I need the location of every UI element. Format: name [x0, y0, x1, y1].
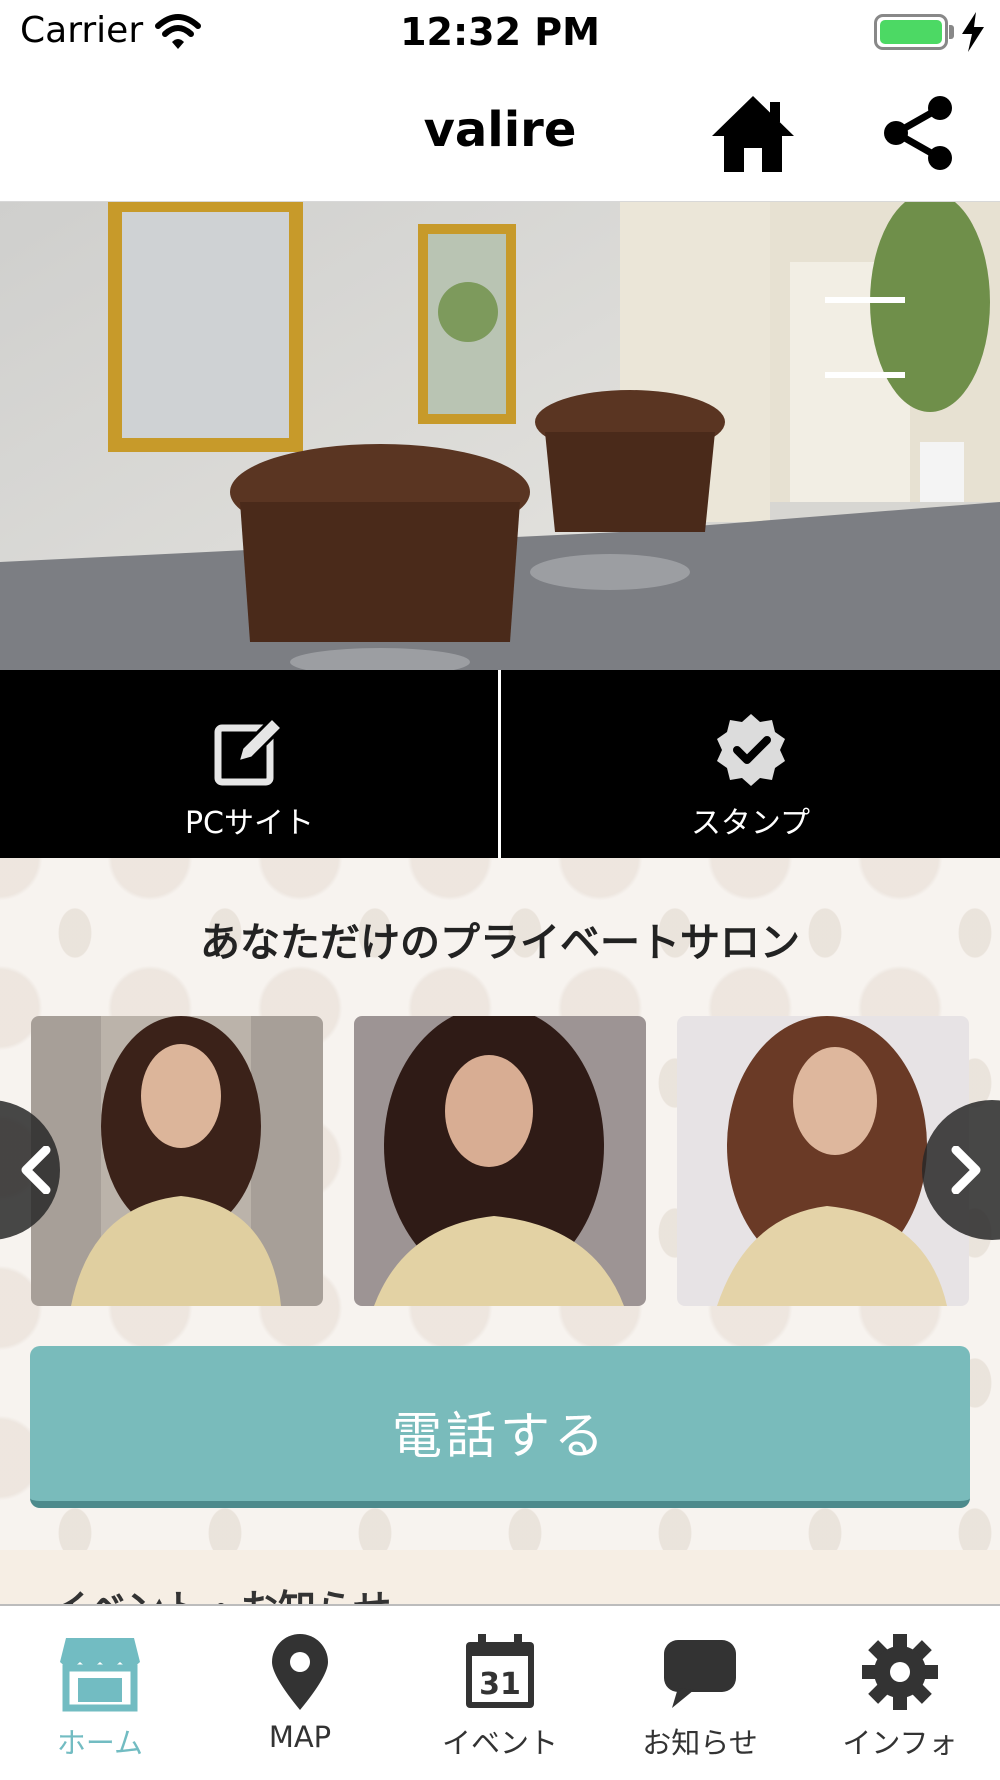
stamp-check-icon [716, 714, 785, 786]
chevron-right-icon [951, 1146, 981, 1194]
tab-info[interactable]: インフォ [800, 1606, 1000, 1780]
app-title: valire [423, 102, 577, 158]
navigation-bar: valire [0, 66, 1000, 203]
style-photo-2[interactable] [354, 1016, 646, 1306]
salon-interior-illustration [0, 202, 1000, 670]
call-button[interactable]: 電話する [30, 1346, 970, 1508]
pc-site-label: PCサイト [184, 806, 315, 841]
calendar-icon: 31 [466, 1634, 534, 1708]
tab-map[interactable]: MAP [200, 1606, 400, 1780]
tab-map-label: MAP [268, 1720, 332, 1754]
gallery-section: あなただけのプライベートサロン 電話する [0, 858, 1000, 1550]
pc-site-button[interactable]: PCサイト [0, 670, 499, 858]
call-button-label: 電話する [392, 1407, 608, 1465]
battery-fill [880, 20, 942, 44]
battery-icon [874, 14, 948, 50]
edit-icon [214, 715, 284, 786]
events-news-section: イベント・お知らせ [0, 1550, 1000, 1606]
clock: 12:32 PM [400, 10, 600, 54]
carousel-prev-button[interactable] [0, 1100, 80, 1240]
shop-icon [60, 1638, 140, 1712]
stamp-label: スタンプ [690, 806, 811, 841]
status-bar: Carrier 12:32 PM [0, 0, 1000, 66]
tab-events-label: イベント [441, 1726, 558, 1760]
tab-home-label: ホーム [56, 1726, 144, 1760]
hero-image [0, 202, 1000, 670]
home-icon[interactable] [710, 92, 796, 174]
tab-news[interactable]: お知らせ [600, 1606, 800, 1780]
share-icon[interactable] [882, 94, 956, 172]
map-pin-icon [272, 1634, 328, 1710]
chat-bubble-icon [664, 1640, 736, 1708]
calendar-day: 31 [479, 1667, 521, 1702]
tab-events[interactable]: 31 イベント [400, 1606, 600, 1780]
gear-icon [862, 1634, 938, 1710]
tab-bar: ホーム MAP 31 イベント お知らせ インフォ [0, 1604, 1000, 1780]
quick-actions-bar: PCサイト スタンプ [0, 670, 1000, 858]
events-news-title: イベント・お知らせ [50, 1578, 391, 1606]
gallery-title: あなただけのプライベートサロン [200, 920, 800, 966]
tab-info-label: インフォ [842, 1726, 958, 1760]
stamp-button[interactable]: スタンプ [501, 670, 1000, 858]
carousel-next-button[interactable] [920, 1100, 1000, 1240]
tab-home[interactable]: ホーム [0, 1606, 200, 1780]
battery-tip [949, 25, 954, 39]
charging-bolt-icon [962, 12, 984, 52]
tab-news-label: お知らせ [642, 1726, 758, 1760]
chevron-left-icon [21, 1146, 51, 1194]
